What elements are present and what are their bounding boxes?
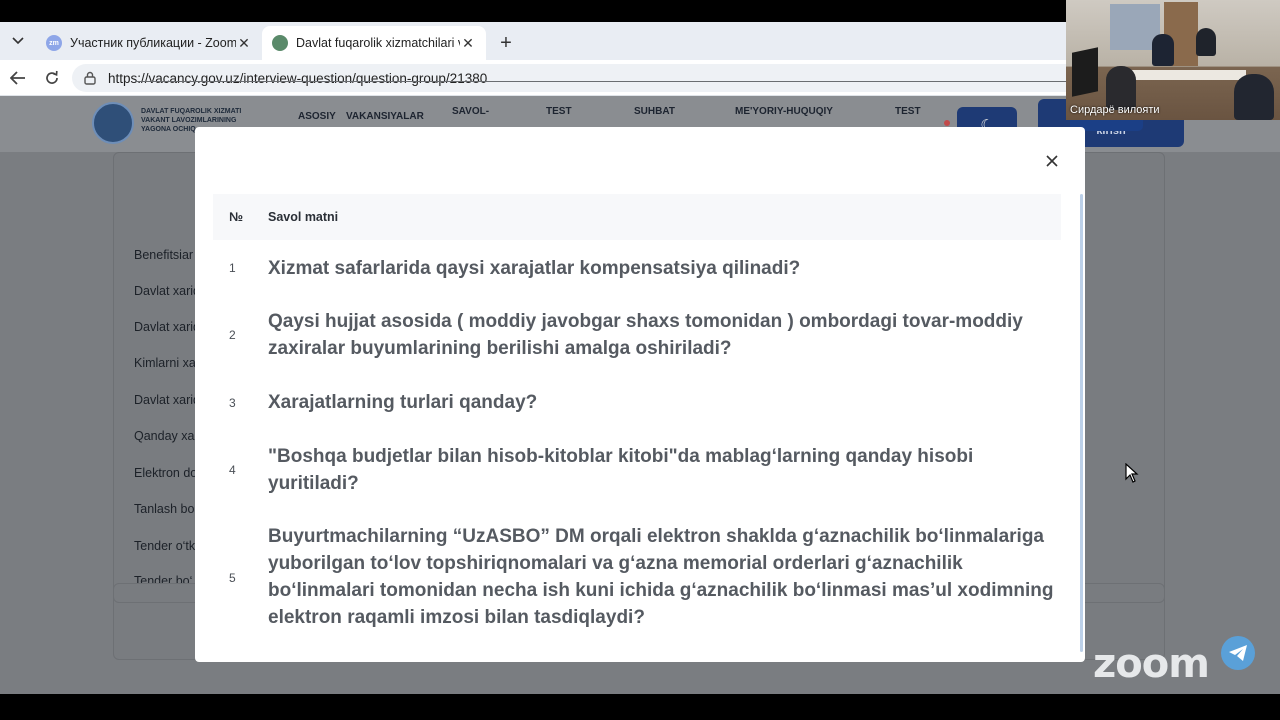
background-list-item: Tender o‘tk [134, 539, 196, 553]
close-icon[interactable] [1042, 151, 1062, 171]
tab-title: Davlat fuqarolik xizmatchilari vakant [296, 36, 460, 50]
row-number: 3 [229, 396, 236, 410]
background-list-item: Benefitsiar [134, 248, 194, 262]
row-number: 2 [229, 328, 236, 342]
notification-dot [944, 120, 950, 126]
participant-name: Сирдарё вилояти [1070, 104, 1160, 116]
background-list-item: Qanday xar [134, 429, 199, 443]
menu-item-test-2[interactable]: TEST [895, 106, 921, 117]
background-list-item: Davlat xarid [134, 284, 200, 298]
table-header: № Savol matni [213, 194, 1061, 240]
url-text: https://vacancy.gov.uz/interview-questio… [108, 70, 488, 86]
browser-navbar: https://vacancy.gov.uz/interview-questio… [0, 60, 1082, 96]
question-text: "Boshqa budjetlar bilan hisob-kitoblar k… [268, 446, 974, 494]
background-list-item: Davlat xarid [134, 393, 200, 407]
row-number: 1 [229, 261, 236, 275]
video-person [1152, 34, 1174, 66]
address-bar[interactable]: https://vacancy.gov.uz/interview-questio… [72, 64, 1082, 92]
background-divider [135, 81, 1145, 82]
menu-item-asosiy[interactable]: ASOSIY [298, 111, 336, 122]
browser-tabstrip: zm Участник публикации - Zoom ✕ Davlat f… [0, 22, 1066, 60]
tab-zoom[interactable]: zm Участник публикации - Zoom ✕ [36, 26, 262, 60]
background-list-item: Davlat xarid [134, 320, 200, 334]
back-arrow-icon[interactable] [6, 66, 30, 90]
menu-item-savol[interactable]: SAVOL- [452, 106, 489, 117]
bottom-black-bar [0, 694, 1280, 720]
video-monitor [1072, 47, 1098, 97]
tab-close-icon[interactable]: ✕ [236, 35, 252, 52]
question-text: Xarajatlarning turlari qanday? [268, 392, 538, 413]
site-info-icon[interactable] [82, 70, 98, 86]
telegram-share-icon[interactable] [1221, 636, 1255, 670]
tab-title: Участник публикации - Zoom [70, 36, 236, 50]
background-list-item: Elektron do [134, 466, 198, 480]
question-text: Xizmat safarlarida qaysi xarajatlar komp… [268, 258, 801, 279]
question-text: Buyurtmachilarning “UzASBO” DM orqali el… [268, 526, 1054, 628]
emblem-icon [272, 35, 288, 51]
video-desk [1126, 70, 1246, 80]
menu-item-test[interactable]: TEST [546, 106, 572, 117]
video-person [1234, 74, 1274, 120]
question-text: Qaysi hujjat asosida ( moddiy javobgar s… [268, 311, 1023, 359]
zoom-icon: zm [46, 35, 62, 51]
menu-item-vakansiyalar[interactable]: VAKANSIYALAR [346, 111, 424, 122]
mouse-cursor-icon [1125, 462, 1139, 488]
tab-search-chevron-icon[interactable] [6, 29, 30, 53]
menu-item-suhbat[interactable]: SUHBAT [634, 106, 675, 117]
new-tab-plus-icon[interactable]: + [494, 31, 518, 55]
background-list-item: Tanlash bo [134, 502, 195, 516]
tab-vacancy[interactable]: Davlat fuqarolik xizmatchilari vakant ✕ [262, 26, 486, 60]
participant-video[interactable]: Сирдарё вилояти [1066, 0, 1280, 120]
modal-scrollbar[interactable] [1080, 194, 1083, 652]
state-emblem-logo[interactable] [92, 102, 134, 144]
tab-close-icon[interactable]: ✕ [460, 35, 476, 52]
menu-item-meyoriy[interactable]: ME'YORIY-HUQUQIY [735, 106, 833, 117]
screen: zm Участник публикации - Zoom ✕ Davlat f… [0, 0, 1280, 720]
video-person [1196, 28, 1216, 56]
row-number: 5 [229, 571, 236, 585]
column-header-number: № [229, 210, 243, 224]
column-header-question: Savol matni [268, 210, 339, 224]
reload-icon[interactable] [40, 66, 64, 90]
zoom-watermark: zoom [1093, 641, 1210, 687]
row-number: 4 [229, 463, 236, 477]
background-list-item: Kimlarni xa [134, 356, 196, 370]
